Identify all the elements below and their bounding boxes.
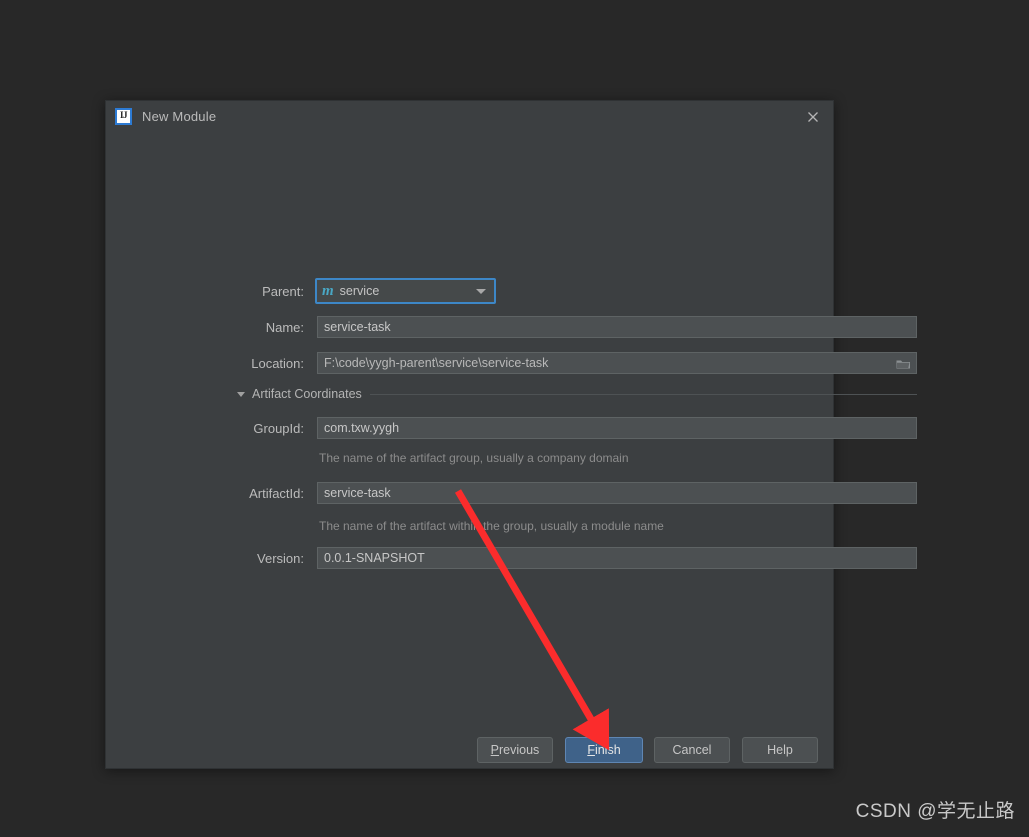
version-value: 0.0.1-SNAPSHOT bbox=[324, 551, 425, 565]
triangle-down-icon[interactable] bbox=[237, 391, 245, 397]
artifactid-hint: The name of the artifact within the grou… bbox=[319, 519, 664, 533]
intellij-idea-icon: IJ bbox=[115, 108, 132, 125]
dialog-button-bar: Previous Finish Cancel Help bbox=[106, 732, 835, 770]
artifactid-input[interactable]: service-task bbox=[317, 482, 917, 504]
location-label-row: Location: bbox=[237, 356, 304, 371]
new-module-dialog: IJ New Module Parent: m service Name: se… bbox=[105, 100, 917, 770]
previous-button-label-rest: revious bbox=[499, 743, 540, 757]
parent-value: service bbox=[339, 284, 380, 298]
name-value: service-task bbox=[324, 320, 391, 334]
previous-button[interactable]: Previous bbox=[477, 737, 553, 763]
dialog-title: New Module bbox=[142, 109, 217, 124]
parent-combobox[interactable]: m service bbox=[315, 278, 496, 304]
artifactid-label-row: ArtifactId: bbox=[237, 486, 304, 501]
location-value: F:\code\yygh-parent\service\service-task bbox=[324, 356, 549, 370]
location-input[interactable]: F:\code\yygh-parent\service\service-task bbox=[317, 352, 917, 374]
maven-module-icon: m bbox=[322, 282, 334, 299]
groupid-input[interactable]: com.txw.yygh bbox=[317, 417, 917, 439]
artifact-coordinates-section-header[interactable]: Artifact Coordinates bbox=[237, 387, 917, 401]
groupid-label: GroupId: bbox=[253, 421, 304, 436]
version-label-row: Version: bbox=[237, 551, 304, 566]
close-icon[interactable] bbox=[803, 107, 823, 127]
groupid-value: com.txw.yygh bbox=[324, 421, 400, 435]
help-button-label: Help bbox=[767, 743, 793, 757]
name-input[interactable]: service-task bbox=[317, 316, 917, 338]
groupid-hint: The name of the artifact group, usually … bbox=[319, 451, 629, 465]
finish-button-label-rest: inish bbox=[594, 743, 621, 757]
section-divider bbox=[369, 393, 917, 395]
version-label: Version: bbox=[257, 551, 304, 566]
dialog-titlebar: IJ New Module bbox=[106, 101, 833, 132]
finish-button[interactable]: Finish bbox=[565, 737, 643, 763]
location-label: Location: bbox=[251, 356, 304, 371]
watermark: CSDN @学无止路 bbox=[855, 801, 1015, 822]
parent-label-row: Parent: bbox=[237, 284, 304, 299]
screen: IJ New Module Parent: m service Name: se… bbox=[0, 0, 1029, 837]
chevron-down-icon[interactable] bbox=[476, 288, 486, 294]
help-button[interactable]: Help bbox=[742, 737, 818, 763]
artifact-coordinates-label: Artifact Coordinates bbox=[252, 387, 362, 401]
parent-label: Parent: bbox=[262, 284, 304, 299]
name-label-row: Name: bbox=[237, 320, 304, 335]
artifactid-value: service-task bbox=[324, 486, 391, 500]
version-input[interactable]: 0.0.1-SNAPSHOT bbox=[317, 547, 917, 569]
folder-icon[interactable] bbox=[895, 356, 912, 371]
groupid-label-row: GroupId: bbox=[237, 421, 304, 436]
artifactid-label: ArtifactId: bbox=[249, 486, 304, 501]
cancel-button[interactable]: Cancel bbox=[654, 737, 730, 763]
cancel-button-label: Cancel bbox=[672, 743, 712, 757]
name-label: Name: bbox=[265, 320, 304, 335]
